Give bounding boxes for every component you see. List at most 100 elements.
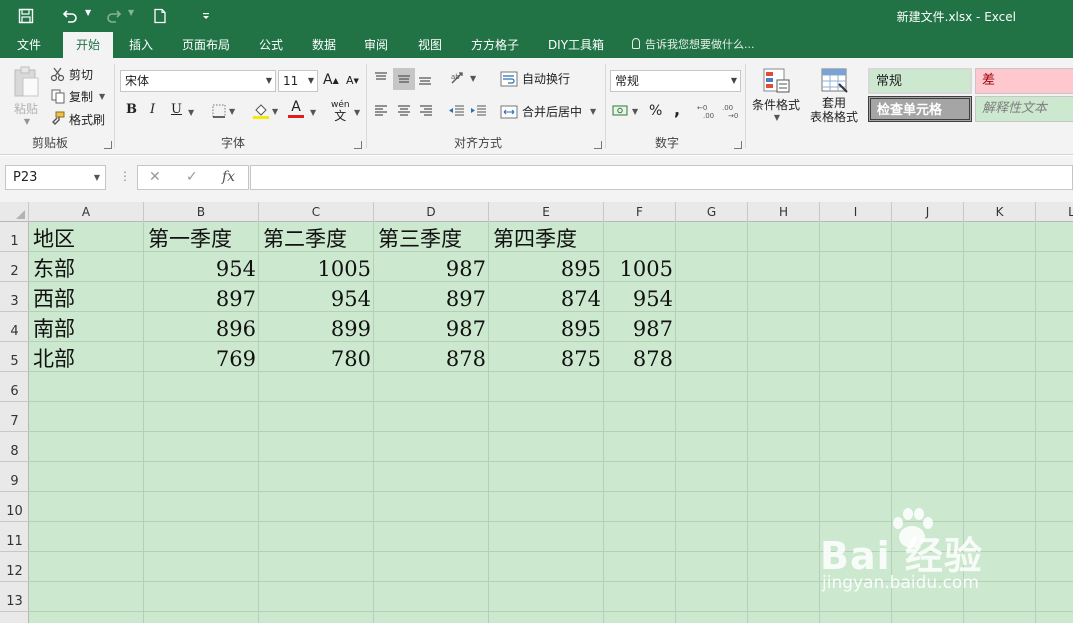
resize-handle-icon[interactable]: ⋮ — [119, 169, 131, 183]
row-header[interactable]: 10 — [0, 492, 29, 522]
cancel-icon[interactable]: ✕ — [149, 169, 161, 185]
redo-icon[interactable] — [104, 6, 124, 26]
orientation-button[interactable]: ab ▼ — [450, 70, 476, 86]
select-all-button[interactable] — [0, 202, 29, 222]
tell-me-search[interactable]: 告诉我您想要做什么... — [632, 32, 755, 58]
cell-f3[interactable]: 954 — [604, 282, 676, 312]
column-header[interactable]: H — [748, 202, 820, 222]
cell-f5[interactable]: 878 — [604, 342, 676, 372]
cell-d2[interactable]: 987 — [374, 252, 489, 282]
column-header[interactable]: B — [144, 202, 259, 222]
row-header[interactable]: 2 — [0, 252, 29, 282]
cell-d1[interactable]: 第三季度 — [374, 222, 489, 252]
new-file-icon[interactable] — [150, 6, 170, 26]
tab-file[interactable]: 文件 — [5, 32, 53, 58]
column-header[interactable]: K — [964, 202, 1036, 222]
cell-d5[interactable]: 878 — [374, 342, 489, 372]
number-launcher-icon[interactable] — [734, 141, 742, 149]
cell-e2[interactable]: 895 — [489, 252, 604, 282]
cell-e5[interactable]: 875 — [489, 342, 604, 372]
tab-fangfang[interactable]: 方方格子 — [462, 32, 528, 58]
cell-a4[interactable]: 南部 — [29, 312, 144, 342]
cell-c5[interactable]: 780 — [259, 342, 374, 372]
cell-c2[interactable]: 1005 — [259, 252, 374, 282]
row-header[interactable]: 8 — [0, 432, 29, 462]
tab-review[interactable]: 审阅 — [354, 32, 398, 58]
tab-formulas[interactable]: 公式 — [250, 32, 292, 58]
conditional-format-button[interactable]: 条件格式 ▼ — [751, 66, 801, 122]
row-header[interactable]: 1 — [0, 222, 29, 252]
underline-button[interactable]: U — [171, 102, 182, 117]
column-header[interactable]: A — [29, 202, 144, 222]
fill-color-button[interactable]: ▼ — [252, 102, 278, 120]
phonetic-dropdown-icon[interactable]: ▼ — [354, 108, 360, 117]
cell-b4[interactable]: 896 — [144, 312, 259, 342]
borders-button[interactable]: ▼ — [211, 103, 235, 119]
font-color-button[interactable]: A — [288, 100, 304, 118]
cell-b5[interactable]: 769 — [144, 342, 259, 372]
row-header[interactable]: 9 — [0, 462, 29, 492]
cell-b2[interactable]: 954 — [144, 252, 259, 282]
wrap-text-button[interactable]: 自动换行 — [500, 70, 570, 87]
tab-insert[interactable]: 插入 — [118, 32, 164, 58]
style-bad[interactable]: 差 — [975, 68, 1073, 94]
column-header[interactable]: C — [259, 202, 374, 222]
cell-b3[interactable]: 897 — [144, 282, 259, 312]
cut-button[interactable]: 剪切 — [50, 64, 93, 84]
tab-page-layout[interactable]: 页面布局 — [172, 32, 240, 58]
row-header[interactable]: 5 — [0, 342, 29, 372]
align-center-button[interactable] — [396, 103, 412, 119]
style-normal[interactable]: 常规 — [868, 68, 972, 94]
alignment-launcher-icon[interactable] — [594, 141, 602, 149]
column-header[interactable]: J — [892, 202, 964, 222]
row-header[interactable]: 11 — [0, 522, 29, 552]
cell-c1[interactable]: 第二季度 — [259, 222, 374, 252]
tab-diy-toolbox[interactable]: DIY工具箱 — [538, 32, 614, 58]
clipboard-launcher-icon[interactable] — [104, 141, 112, 149]
cell-a1[interactable]: 地区 — [29, 222, 144, 252]
number-format-select[interactable]: 常规 ▼ — [610, 70, 741, 92]
cell-c4[interactable]: 899 — [259, 312, 374, 342]
cell-c3[interactable]: 954 — [259, 282, 374, 312]
row-header[interactable]: 4 — [0, 312, 29, 342]
font-name-select[interactable]: 宋体 ▼ — [120, 70, 276, 92]
italic-button[interactable]: I — [150, 102, 155, 117]
style-explanatory[interactable]: 解释性文本 — [975, 96, 1073, 122]
cell-a2[interactable]: 东部 — [29, 252, 144, 282]
cell-e1[interactable]: 第四季度 — [489, 222, 604, 252]
row-header[interactable]: 3 — [0, 282, 29, 312]
decrease-indent-button[interactable] — [448, 103, 466, 119]
align-left-button[interactable] — [373, 103, 389, 119]
phonetic-button[interactable]: wén 文 — [331, 100, 350, 122]
undo-dropdown-icon[interactable]: ▼ — [85, 8, 91, 17]
save-icon[interactable] — [16, 6, 36, 26]
format-painter-button[interactable]: 格式刷 — [50, 109, 105, 129]
cell-d3[interactable]: 897 — [374, 282, 489, 312]
enter-icon[interactable]: ✓ — [186, 169, 198, 185]
tab-home[interactable]: 开始 — [63, 32, 113, 58]
increase-decimal-button[interactable]: ←0.00 — [697, 103, 717, 119]
percent-button[interactable]: % — [649, 103, 662, 119]
row-header[interactable]: 13 — [0, 582, 29, 612]
cell-f1[interactable] — [604, 222, 676, 252]
cell-f4[interactable]: 987 — [604, 312, 676, 342]
insert-function-icon[interactable]: fx — [222, 169, 235, 185]
accounting-format-button[interactable]: ▼ — [612, 103, 638, 119]
style-check-cell[interactable]: 检查单元格 — [868, 96, 972, 122]
bold-button[interactable]: B — [126, 102, 137, 117]
cell-a3[interactable]: 西部 — [29, 282, 144, 312]
font-size-select[interactable]: 11 ▼ — [278, 70, 318, 92]
column-header[interactable]: I — [820, 202, 892, 222]
column-header[interactable]: D — [374, 202, 489, 222]
font-color-dropdown-icon[interactable]: ▼ — [310, 108, 316, 117]
paste-button[interactable]: 粘贴 ▼ — [8, 66, 44, 126]
cell-d4[interactable]: 987 — [374, 312, 489, 342]
column-header[interactable]: F — [604, 202, 676, 222]
redo-dropdown-icon[interactable]: ▼ — [128, 8, 134, 17]
column-header[interactable]: G — [676, 202, 748, 222]
grow-font-button[interactable]: A ▲ — [323, 72, 339, 88]
increase-indent-button[interactable] — [470, 103, 488, 119]
underline-dropdown-icon[interactable]: ▼ — [188, 108, 194, 117]
align-top-button[interactable] — [373, 70, 389, 86]
decrease-decimal-button[interactable]: .00 →0 — [722, 103, 742, 119]
